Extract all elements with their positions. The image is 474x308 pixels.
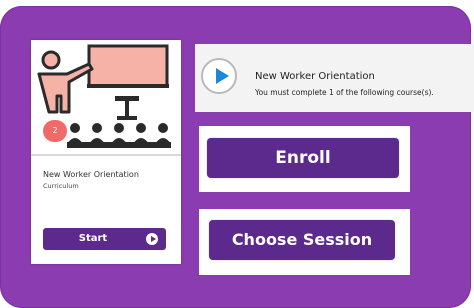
course-info-banner: New Worker Orientation You must complete… <box>195 44 474 112</box>
choose-session-container: Choose Session <box>199 209 410 275</box>
enroll-button[interactable]: Enroll <box>207 138 399 178</box>
choose-session-button[interactable]: Choose Session <box>209 220 395 260</box>
play-circle-icon <box>146 233 158 245</box>
info-title: New Worker Orientation <box>255 71 375 82</box>
course-type: Curriculum <box>43 182 79 190</box>
course-title: New Worker Orientation <box>43 170 139 179</box>
start-button-label: Start <box>78 233 108 244</box>
start-button[interactable]: Start <box>43 228 166 250</box>
play-icon[interactable] <box>201 58 237 94</box>
curriculum-count-badge: 2 <box>43 120 67 142</box>
course-card[interactable]: 2 New Worker Orientation Curriculum Star… <box>31 40 181 264</box>
course-thumbnail: 2 <box>31 40 181 156</box>
enroll-button-container: Enroll <box>199 126 410 192</box>
info-subtitle: You must complete 1 of the following cou… <box>255 88 434 97</box>
